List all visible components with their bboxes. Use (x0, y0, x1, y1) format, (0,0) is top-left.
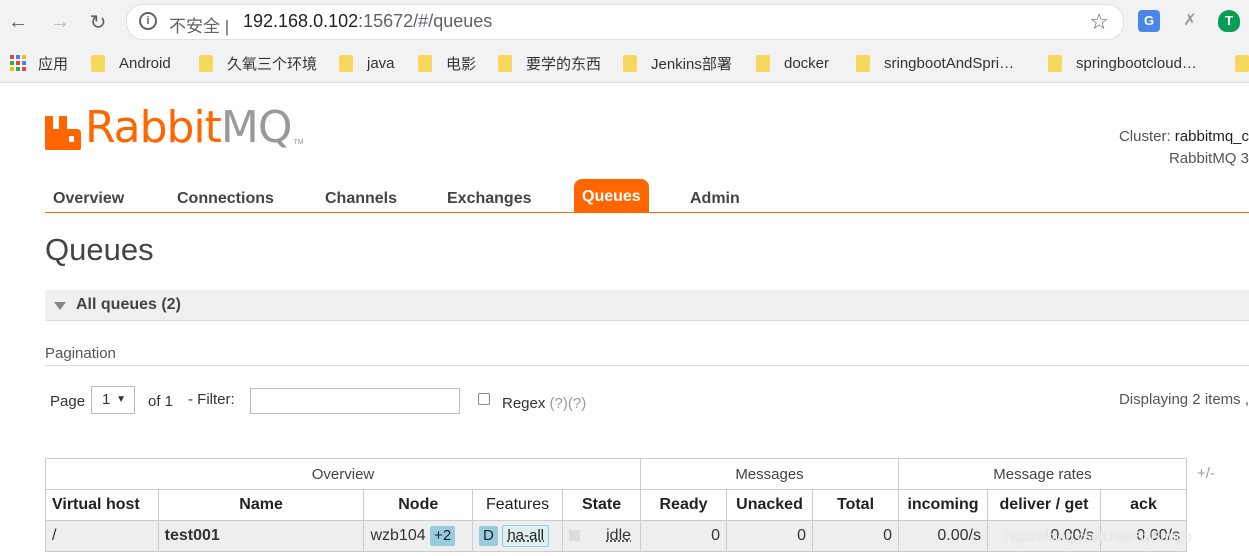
group-message-rates: Message rates (898, 458, 1187, 490)
apps-grid-icon (10, 55, 26, 71)
collapse-triangle-icon[interactable] (54, 302, 66, 310)
cell-vhost: / (45, 520, 159, 552)
bookmarks-bar: 应用 Android 久氧三个环境 java 电影 要学的东西 Jenkins部… (0, 44, 1249, 83)
page-count-label: of 1 (148, 393, 174, 410)
col-unacked[interactable]: Unacked (726, 489, 813, 521)
url-text[interactable]: 192.168.0.102:15672/#/queues (243, 11, 492, 32)
section-label: All queues (2) (76, 296, 181, 313)
folder-icon (623, 54, 637, 72)
folder-icon (199, 54, 213, 72)
tab-exchanges[interactable]: Exchanges (439, 181, 539, 213)
cell-node: wzb104 +2 (363, 520, 474, 552)
tab-admin[interactable]: Admin (682, 181, 748, 213)
state-indicator-icon (569, 530, 581, 542)
folder-icon (418, 54, 432, 72)
filter-label: - Filter: (188, 391, 235, 408)
bookmark-folder[interactable]: Jenkins部署 (623, 53, 732, 73)
insecure-label: 不安全 | (169, 17, 230, 36)
info-icon[interactable]: i (139, 12, 157, 30)
folder-icon (1048, 54, 1062, 72)
dropdown-caret-icon: ▼ (116, 394, 126, 405)
shield-extension-icon[interactable]: T (1218, 10, 1240, 32)
cell-features: D ha-all (472, 520, 564, 552)
cluster-label: Cluster: (1118, 128, 1171, 145)
folder-icon (1235, 54, 1249, 72)
bookmark-folder[interactable]: 要学的东西 (498, 53, 601, 73)
extension-icon[interactable]: ✗ (1179, 10, 1201, 32)
col-state[interactable]: State (562, 489, 641, 521)
rabbitmq-logo[interactable]: RabbitMQ TM (45, 100, 304, 150)
policy-badge[interactable]: ha-all (502, 525, 549, 547)
node-name: wzb104 (370, 527, 426, 544)
col-deliver-get[interactable]: deliver / get (987, 489, 1101, 521)
folder-icon (856, 54, 870, 72)
col-ack[interactable]: ack (1100, 489, 1187, 521)
page-select[interactable]: 1 ▼ (91, 386, 135, 414)
cluster-name[interactable]: rabbitmq_c (1175, 128, 1249, 145)
bookmark-folder[interactable]: Android (91, 53, 171, 73)
columns-toggle[interactable]: +/- (1197, 465, 1215, 482)
mirror-count-badge[interactable]: +2 (430, 526, 456, 546)
bookmark-folder[interactable]: 久氧三个环境 (199, 53, 317, 73)
col-node[interactable]: Node (363, 489, 474, 521)
cell-unacked: 0 (726, 520, 813, 552)
bookmark-folder[interactable]: docker (756, 53, 829, 73)
bookmark-folder[interactable]: 电影 (418, 53, 476, 73)
col-name[interactable]: Name (157, 489, 365, 521)
folder-icon (498, 54, 512, 72)
folder-icon (339, 54, 353, 72)
page-title: Queues (45, 232, 154, 267)
forward-arrow-icon[interactable]: → (46, 8, 74, 36)
cell-incoming: 0.00/s (898, 520, 988, 552)
rabbitmq-logo-icon (45, 116, 81, 150)
bookmark-folder[interactable]: springbootcloud… (1048, 53, 1197, 73)
col-features[interactable]: Features (472, 489, 564, 521)
tab-overview[interactable]: Overview (45, 181, 132, 213)
bookmark-apps[interactable]: 应用 (10, 53, 68, 73)
col-virtual-host[interactable]: Virtual host (45, 489, 159, 521)
translate-extension-icon[interactable]: G (1138, 10, 1160, 32)
cell-total: 0 (812, 520, 899, 552)
pagination-heading: Pagination (45, 345, 1249, 366)
col-incoming[interactable]: incoming (898, 489, 988, 521)
tab-queues[interactable]: Queues (574, 179, 649, 213)
address-bar[interactable]: i 不安全 | 192.168.0.102:15672/#/queues ☆ (126, 4, 1124, 40)
tab-channels[interactable]: Channels (317, 181, 405, 213)
folder-icon (756, 54, 770, 72)
bookmark-folder[interactable] (1235, 53, 1249, 73)
cell-state: idle (562, 520, 641, 552)
state-text: idle (606, 527, 632, 544)
watermark: https://blog.csdn.net/SyRango (1005, 528, 1192, 544)
filter-input[interactable] (250, 388, 460, 414)
back-arrow-icon[interactable]: ← (4, 8, 32, 36)
col-ready[interactable]: Ready (640, 489, 727, 521)
rabbitmq-version: RabbitMQ 3 (1168, 150, 1249, 167)
folder-icon (91, 54, 105, 72)
regex-help-links[interactable]: (?)(?) (550, 395, 587, 412)
bookmark-star-icon[interactable]: ☆ (1089, 9, 1109, 35)
cluster-info: Cluster: rabbitmq_c RabbitMQ 3 (1119, 126, 1249, 170)
queue-name-link[interactable]: test001 (157, 520, 365, 552)
all-queues-section-header[interactable]: All queues (2) (45, 290, 1249, 321)
group-overview: Overview (45, 458, 641, 490)
reload-icon[interactable]: ↻ (84, 8, 112, 36)
logo-text-mq: MQ (220, 102, 293, 153)
browser-toolbar: ← → ↻ i 不安全 | 192.168.0.102:15672/#/queu… (0, 0, 1249, 44)
page-label: Page (50, 393, 86, 410)
cell-ready: 0 (640, 520, 727, 552)
bookmark-folder[interactable]: sringbootAndSpri… (856, 53, 1014, 73)
logo-trademark: TM (293, 139, 304, 146)
logo-text-rabbit: Rabbit (85, 102, 222, 153)
regex-checkbox[interactable] (478, 393, 490, 405)
displaying-count: Displaying 2 items , (1118, 391, 1249, 408)
durable-badge[interactable]: D (479, 526, 498, 546)
col-total[interactable]: Total (812, 489, 899, 521)
regex-label: Regex (502, 395, 546, 412)
tab-connections[interactable]: Connections (169, 181, 282, 213)
bookmark-folder[interactable]: java (339, 53, 395, 73)
regex-label-group: Regex (?)(?) (502, 395, 586, 412)
group-messages: Messages (640, 458, 899, 490)
main-nav-tabs: Overview Connections Channels Exchanges … (45, 178, 1249, 213)
